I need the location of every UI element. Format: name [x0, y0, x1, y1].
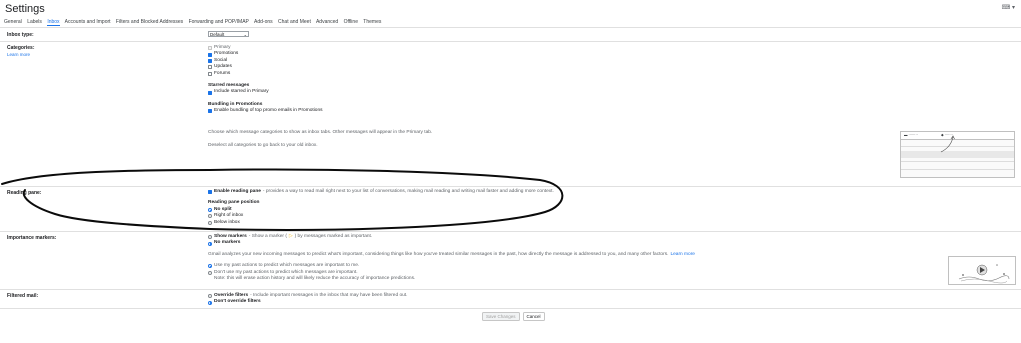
hand-drawn-circle-annotation	[1, 168, 564, 231]
